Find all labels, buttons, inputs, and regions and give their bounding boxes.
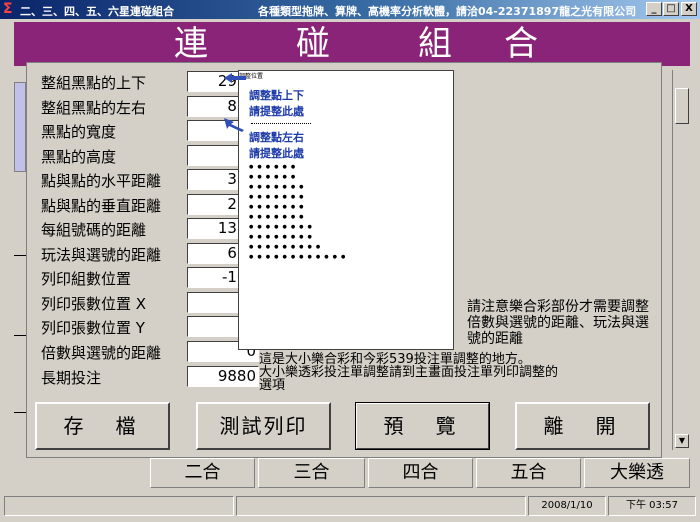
field-label: 列印張數位置 X [41, 295, 147, 313]
scroll-down-icon[interactable]: ▼ [675, 434, 689, 448]
preview-button[interactable]: 預 覽 [355, 402, 490, 450]
print-settings-dialog: 整組黑點的上下2950整組黑點的左右870黑點的寬度60黑點的高度60點與點的水… [26, 62, 662, 458]
status-date: 2008/1/10 [528, 496, 606, 516]
arrow-updown-icon [224, 73, 246, 83]
scrollbar-thumb[interactable] [675, 88, 689, 124]
status-time: 下午 03:57 [608, 496, 696, 516]
dot-row: ●●●●●● [249, 164, 300, 170]
status-pane [4, 496, 234, 516]
title-banner: 連 碰 組 合 [14, 22, 690, 66]
exit-button[interactable]: 離 開 [515, 402, 650, 450]
tab-3[interactable]: 三合 [258, 458, 365, 488]
adjust-note-line2: 大小樂透彩投注單調整請到主畫面投注單列印調整的選項 [259, 365, 559, 393]
field-label: 點與點的水平距離 [41, 172, 162, 190]
field-label: 整組黑點的上下 [41, 74, 147, 92]
background-divider [14, 255, 26, 256]
dot-row: ●●●●●●●● [249, 224, 316, 230]
hint-leftright-sub: 請提整此處 [249, 147, 304, 160]
status-pane [236, 496, 526, 516]
background-divider [14, 335, 26, 336]
field-input[interactable]: 9880 [187, 366, 259, 387]
field-label: 整組黑點的左右 [41, 99, 147, 117]
close-button[interactable]: X [681, 2, 697, 16]
save-button[interactable]: 存 檔 [35, 402, 170, 450]
field-label: 玩法與選號的距離 [41, 246, 162, 264]
field-label: 長期投注 [41, 369, 102, 387]
dot-row: ●●●●●●● [249, 184, 308, 190]
game-tabs: 二合 三合 四合 五合 大樂透 [150, 458, 690, 488]
lottery-note: 請注意樂合彩部份才需要調整倍數與選號的距離、玩法與選號的距離 [467, 299, 649, 347]
dot-row: ●●●●●●● [249, 194, 308, 200]
hint-updown: 調整點上下 [249, 89, 304, 102]
background-divider [14, 412, 26, 413]
dot-row: ●●●●●●●●●●●● [249, 254, 350, 260]
tab-5[interactable]: 五合 [476, 458, 581, 488]
dot-row: ●●●●●●● [249, 214, 308, 220]
banner-char: 碰 [296, 24, 330, 64]
dot-row: ●●●●●●●● [249, 234, 316, 240]
tab-lotto[interactable]: 大樂透 [584, 458, 690, 488]
field-label: 點與點的垂直距離 [41, 197, 162, 215]
minimize-button[interactable]: _ [646, 2, 662, 16]
preview-divider [251, 123, 311, 124]
dot-row: ●●●●●●●●● [249, 244, 325, 250]
dot-row: ●●●●●●● [249, 204, 308, 210]
title-bar: Σ 二、三、四、五、六星連碰組合 各種類型拖牌、算牌、高機率分析軟體，請洽04-… [0, 0, 700, 19]
background-panel [14, 82, 26, 172]
adjust-note: 這是大小樂合彩和今彩539投注單調整的地方。 大小樂透彩投注單調整請到主畫面投注… [259, 353, 559, 392]
field-label: 列印組數位置 [41, 270, 132, 288]
field-label: 黑點的寬度 [41, 123, 117, 141]
app-icon: Σ [3, 1, 13, 17]
window-title: 二、三、四、五、六星連碰組合 [20, 5, 174, 18]
hint-leftright: 調整點左右 [249, 131, 304, 144]
field-label: 列印張數位置 Y [41, 319, 145, 337]
field-label: 倍數與選號的距離 [41, 344, 162, 362]
position-preview: 調整位置 調整點上下 請提整此處 調整點左右 請提整此處 ●●●●●● ●●●●●… [238, 70, 454, 350]
field-label: 每組號碼的距離 [41, 221, 147, 239]
banner-char: 組 [418, 24, 452, 64]
company-info: 各種類型拖牌、算牌、高機率分析軟體，請洽04-22371897龍之光有限公司 [258, 5, 637, 18]
test-print-button[interactable]: 測試列印 [196, 402, 331, 450]
field-label: 黑點的高度 [41, 148, 117, 166]
banner-char: 連 [174, 24, 208, 64]
banner-char: 合 [504, 24, 538, 64]
hint-updown-sub: 請提整此處 [249, 105, 304, 118]
maximize-button[interactable]: □ [663, 2, 679, 16]
tab-2[interactable]: 二合 [150, 458, 255, 488]
arrow-leftright-icon [224, 118, 244, 132]
background-scrollbar[interactable]: ▼ [672, 70, 690, 450]
status-bar: 2008/1/10 下午 03:57 [0, 492, 700, 522]
tab-4[interactable]: 四合 [368, 458, 473, 488]
dot-row: ●●●●●● [249, 174, 300, 180]
